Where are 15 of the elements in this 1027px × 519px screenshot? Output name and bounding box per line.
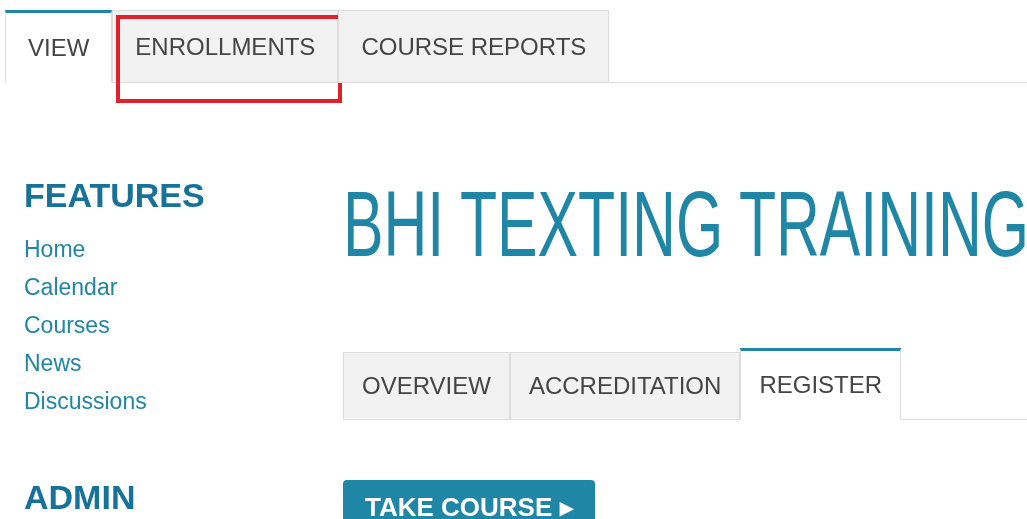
sidebar-link[interactable]: Calendar xyxy=(24,268,343,306)
sidebar-heading: ADMIN xyxy=(24,480,137,514)
tab[interactable]: COURSE REPORTS xyxy=(338,10,610,83)
course-title: BHI TEXTING TRAINING xyxy=(343,178,1027,270)
sidebar-link[interactable]: Courses xyxy=(24,306,343,344)
tab[interactable]: ENROLLMENTS xyxy=(112,10,339,83)
take-course-button[interactable]: TAKE COURSE ▸ xyxy=(343,480,596,519)
tab[interactable]: VIEW xyxy=(5,10,113,83)
sidebar-link[interactable]: Home xyxy=(24,230,343,268)
sidebar-heading: FEATURES xyxy=(24,178,206,212)
tab[interactable]: REGISTER xyxy=(740,348,902,420)
tab[interactable]: ACCREDITATION xyxy=(509,352,741,420)
tab[interactable]: OVERVIEW xyxy=(343,352,510,420)
sidebar-link[interactable]: Discussions xyxy=(24,382,343,420)
sidebar-link[interactable]: News xyxy=(24,344,343,382)
